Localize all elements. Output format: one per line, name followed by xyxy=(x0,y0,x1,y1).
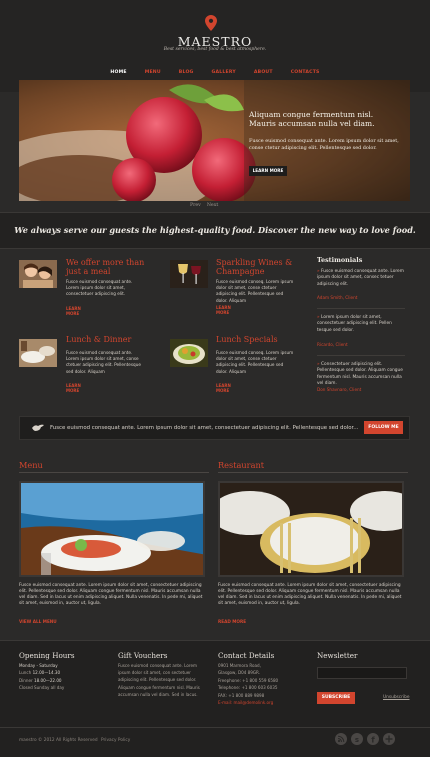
testimonial-divider xyxy=(317,308,405,309)
nav-item-home[interactable]: HOME xyxy=(101,70,135,75)
feature-learn-more-link[interactable]: LEARN MORE xyxy=(66,306,81,316)
facebook-icon[interactable]: f xyxy=(367,733,379,745)
nav-item-menu[interactable]: MENU xyxy=(136,70,170,75)
restaurant-read-more-link[interactable]: READ MORE xyxy=(218,619,246,624)
gift-vouchers-text: Fusce euismod consequat ante. Lorem ipsu… xyxy=(118,663,200,697)
testimonial-author[interactable]: Don Shavnaro, Client xyxy=(317,387,361,392)
svg-text:f: f xyxy=(371,736,375,745)
nav-item-gallery[interactable]: GALLERY xyxy=(203,70,245,75)
feature-learn-more-link[interactable]: LEARN MORE xyxy=(66,383,81,393)
view-all-menu-link[interactable]: VIEW ALL MENU xyxy=(19,619,57,624)
nav-item-blog[interactable]: BLOG xyxy=(170,70,203,75)
feature-learn-more-link[interactable]: LEARN MORE xyxy=(216,383,231,393)
google-plus-icon[interactable] xyxy=(383,733,395,745)
unsubscribe-link[interactable]: Unsubscribe xyxy=(383,695,410,700)
menu-section-text: Fusce euismod consequat ante. Lorem ipsu… xyxy=(19,583,203,607)
map-pin-icon xyxy=(205,15,217,31)
slide-title: Aliquam congue fermentum nisl. Mauris ac… xyxy=(249,110,375,128)
slider-next-link[interactable]: Next xyxy=(207,203,218,208)
newsletter-email-input[interactable] xyxy=(317,667,407,679)
restaurant-section-text: Fusce euismod consequat ante. Lorem ipsu… xyxy=(218,583,402,607)
restaurant-divider xyxy=(218,472,408,473)
feature-title[interactable]: Sparkling Wines & Champagne xyxy=(216,258,311,276)
slider-prev-link[interactable]: Prev xyxy=(190,203,201,208)
feature-text: Fusce euismod conseq. Lorem ipsum dolor … xyxy=(216,279,294,303)
feature-text: Fusce euismod consequat ante. Lorem ipsu… xyxy=(66,279,133,297)
main-nav: HOME MENU BLOG GALLERY ABOUT CONTACTS xyxy=(0,70,430,75)
seafood-plate-image xyxy=(21,483,203,575)
feature-text: Fusce euismod consequat ante. Lorem ipsu… xyxy=(66,350,141,374)
menu-photo[interactable] xyxy=(19,481,205,577)
feature-learn-more-link[interactable]: LEARN MORE xyxy=(216,305,231,315)
testimonial-text: » Consectetuer adipiscing elit. Pellente… xyxy=(317,362,403,386)
svg-text:s: s xyxy=(355,736,359,744)
gift-vouchers-title: Gift Vouchers xyxy=(118,651,168,660)
restaurant-photo[interactable] xyxy=(218,481,404,577)
intro-text: We always serve our guests the highest-q… xyxy=(14,225,416,235)
feature-image-wine xyxy=(170,260,208,288)
follow-me-button[interactable]: FOLLOW ME xyxy=(364,421,403,434)
feature-image-salad xyxy=(170,339,208,367)
contact-details-title: Contact Details xyxy=(218,651,275,660)
opening-hours-title: Opening Hours xyxy=(19,651,75,660)
newsletter-title: Newsletter xyxy=(317,651,358,660)
testimonials-title: Testimonials xyxy=(317,256,363,264)
feature-title[interactable]: Lunch & Dinner xyxy=(66,335,161,344)
hero-slider[interactable]: Aliquam congue fermentum nisl. Mauris ac… xyxy=(19,80,410,201)
feature-text: Fusce euismod conseq. Lorem ipsum dolor … xyxy=(216,350,294,374)
feature-image-diners xyxy=(19,260,57,288)
rss-icon[interactable] xyxy=(335,733,347,745)
testimonial-text: » Lorem ipsum dolor sit amet, consectetu… xyxy=(317,315,392,333)
contact-email-link[interactable]: E-mail: mail@demolink.org xyxy=(218,699,310,706)
copyright-text: maestro © 2012 All Rights Reserved xyxy=(19,738,98,743)
restaurant-section-title: Restaurant xyxy=(218,460,265,470)
privacy-policy-link[interactable]: Privacy Policy xyxy=(101,738,130,743)
slider-pager: Prev Next xyxy=(190,203,250,208)
feature-image-table xyxy=(19,339,57,367)
nav-item-contacts[interactable]: CONTACTS xyxy=(282,70,329,75)
slide-text: Fusce euismod consequat ante. Lorem ipsu… xyxy=(249,138,399,151)
tweet-text: Fusce euismod consequat ante. Lorem ipsu… xyxy=(50,425,359,431)
testimonial-author[interactable]: Adam Smith, Client xyxy=(317,295,357,300)
opening-hours-list: Monday - Saturday Lunch 12.00—14.30 Dinn… xyxy=(19,663,65,691)
testimonial-text: » Fusce euismod consequat ante. Lorem ip… xyxy=(317,269,404,287)
nav-item-about[interactable]: ABOUT xyxy=(245,70,282,75)
contact-details-list: 0901 Marmora Road, Glasgow, D04 89GR. Fr… xyxy=(218,662,310,706)
twitter-bird-icon xyxy=(32,424,44,431)
menu-section-title: Menu xyxy=(19,460,43,470)
footer-divider xyxy=(0,727,430,728)
skype-icon[interactable]: s xyxy=(351,733,363,745)
site-tagline: Best services, best food & best atmosphe… xyxy=(163,47,267,52)
menu-divider xyxy=(19,472,209,473)
subscribe-button[interactable]: SUBSCRIBE xyxy=(317,692,355,704)
feature-title[interactable]: We offer more than just a meal xyxy=(66,258,161,276)
slide-learn-more-button[interactable]: LEARN MORE xyxy=(249,166,287,176)
table-setting-image xyxy=(220,483,402,575)
feature-title[interactable]: Lunch Specials xyxy=(216,335,311,344)
testimonial-divider xyxy=(317,355,405,356)
testimonial-author[interactable]: Ricardo, Client xyxy=(317,342,348,347)
